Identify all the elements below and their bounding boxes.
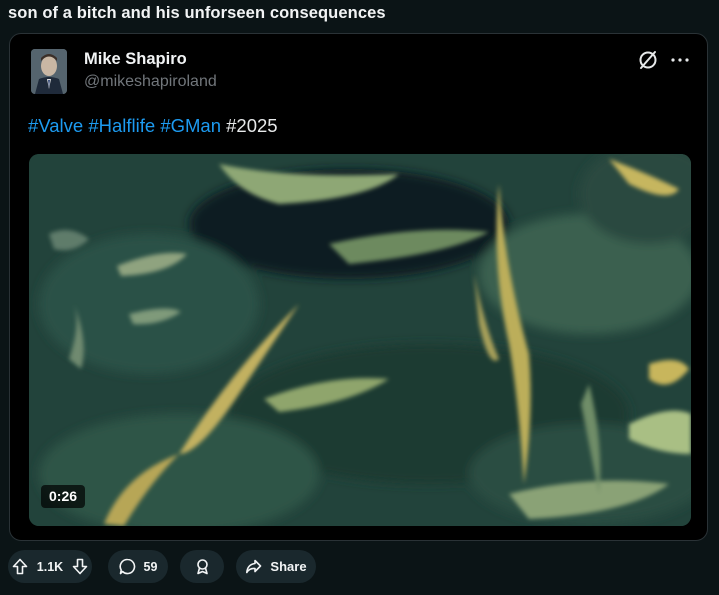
tweet-text: #Valve #Halflife #GMan #2025 [28, 115, 278, 137]
comment-count: 59 [143, 559, 158, 574]
video-player[interactable]: 0:26 [29, 154, 691, 526]
comment-icon [119, 558, 136, 575]
share-button[interactable]: Share [236, 550, 316, 583]
post-title[interactable]: son of a bitch and his unforseen consequ… [8, 4, 386, 23]
author-handle[interactable]: @mikeshapiroland [84, 73, 217, 91]
author-name[interactable]: Mike Shapiro [84, 50, 187, 69]
hashtag-link[interactable]: #Halflife [88, 115, 155, 136]
video-duration: 0:26 [41, 485, 86, 508]
hashtag-link[interactable]: #Valve [28, 115, 83, 136]
embedded-tweet-card[interactable]: Mike Shapiro @mikeshapiroland #Valve #Ha… [9, 33, 708, 541]
award-icon [194, 558, 211, 575]
vote-count: 1.1K [36, 559, 64, 574]
x-no-entry-icon[interactable] [636, 48, 660, 72]
plain-tag-text: #2025 [226, 115, 278, 136]
share-label: Share [270, 559, 307, 574]
comments-button[interactable]: 59 [108, 550, 168, 583]
video-frame [29, 154, 691, 526]
author-avatar[interactable] [31, 49, 67, 94]
upvote-icon[interactable] [12, 558, 28, 575]
share-icon [245, 558, 262, 575]
downvote-icon[interactable] [72, 558, 88, 575]
hashtag-link[interactable]: #GMan [160, 115, 221, 136]
more-dots-icon[interactable] [668, 48, 692, 72]
vote-pill: 1.1K [8, 550, 92, 583]
award-button[interactable] [180, 550, 224, 583]
